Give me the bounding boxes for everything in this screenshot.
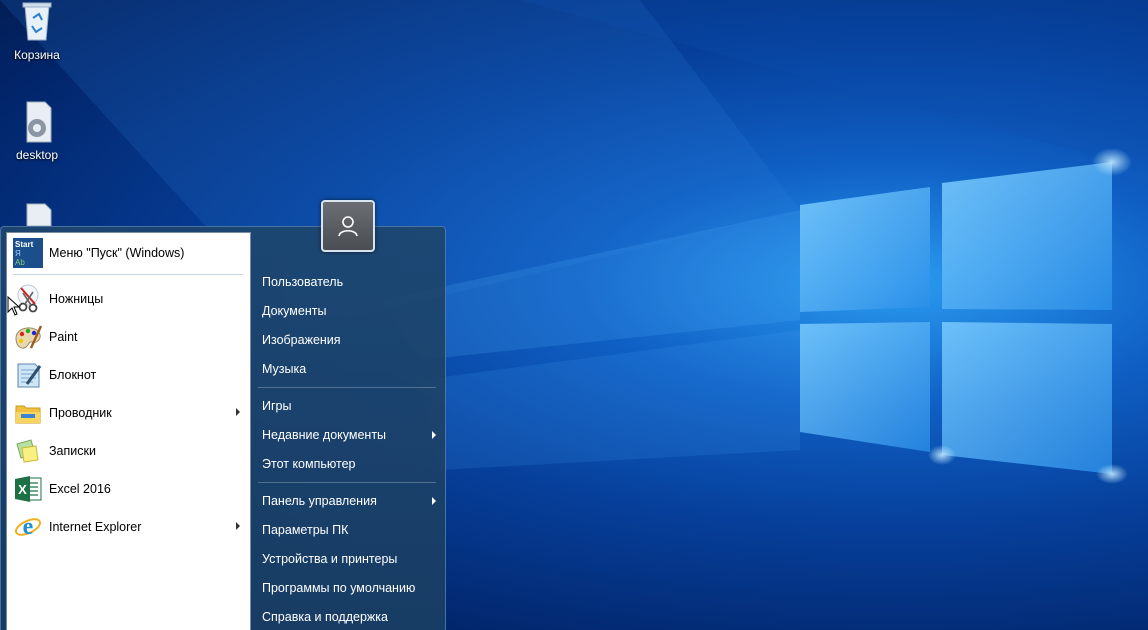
program-sticky-notes[interactable]: Записки <box>7 433 250 469</box>
desktop-icon-recycle-bin[interactable]: Корзина <box>0 0 74 62</box>
menu-item-user[interactable]: Пользователь <box>256 269 438 295</box>
desktop-icon-label: Корзина <box>14 48 60 62</box>
program-excel-2016[interactable]: X Excel 2016 <box>7 471 250 507</box>
start-menu: Start Я Ab Меню "Пуск" (Windows) Ножницы <box>0 200 446 630</box>
submenu-arrow-icon <box>236 408 240 416</box>
menu-item-music[interactable]: Музыка <box>256 356 438 382</box>
svg-text:e: e <box>23 514 34 540</box>
program-file-explorer[interactable]: Проводник <box>7 395 250 431</box>
program-label: Записки <box>49 444 96 458</box>
paint-icon <box>12 321 44 353</box>
logo-pane-4 <box>942 322 1112 474</box>
settings-file-icon <box>17 100 57 144</box>
logo-pane-1 <box>800 187 930 312</box>
menu-item-default-programs[interactable]: Программы по умолчанию <box>256 575 438 601</box>
svg-text:X: X <box>18 482 27 497</box>
program-label: Paint <box>49 330 78 344</box>
logo-pane-2 <box>942 162 1112 310</box>
menu-item-this-pc[interactable]: Этот компьютер <box>256 451 438 477</box>
recycle-bin-icon <box>17 0 57 44</box>
menu-item-pictures[interactable]: Изображения <box>256 327 438 353</box>
program-internet-explorer[interactable]: e Internet Explorer <box>7 509 250 545</box>
program-start-menu[interactable]: Start Я Ab Меню "Пуск" (Windows) <box>7 235 250 271</box>
user-picture[interactable] <box>321 200 375 252</box>
program-label: Internet Explorer <box>49 520 142 534</box>
menu-item-help-support[interactable]: Справка и поддержка <box>256 604 438 630</box>
menu-item-recent-documents[interactable]: Недавние документы <box>256 422 438 448</box>
separator <box>258 387 436 388</box>
program-label: Проводник <box>49 406 112 420</box>
internet-explorer-icon: e <box>12 511 44 543</box>
menu-item-games[interactable]: Игры <box>256 393 438 419</box>
separator <box>258 482 436 483</box>
desktop-icon-desktop[interactable]: desktop <box>0 100 74 162</box>
program-label: Excel 2016 <box>49 482 111 496</box>
menu-item-control-panel[interactable]: Панель управления <box>256 488 438 514</box>
program-snipping-tool[interactable]: Ножницы <box>7 281 250 317</box>
submenu-arrow-icon <box>432 497 436 505</box>
menu-item-devices-printers[interactable]: Устройства и принтеры <box>256 546 438 572</box>
excel-icon: X <box>12 473 44 505</box>
notepad-icon <box>12 359 44 391</box>
submenu-arrow-icon <box>236 522 240 530</box>
menu-item-documents[interactable]: Документы <box>256 298 438 324</box>
separator <box>13 274 243 275</box>
desktop-icon-label: desktop <box>15 148 59 162</box>
program-label: Ножницы <box>49 292 104 306</box>
mouse-cursor-icon <box>7 296 21 316</box>
user-icon <box>338 216 358 237</box>
program-paint[interactable]: Paint <box>7 319 250 355</box>
folder-icon <box>12 397 44 429</box>
start-menu-icon: Start Я Ab <box>12 237 44 269</box>
start-menu-programs-pane: Start Я Ab Меню "Пуск" (Windows) Ножницы <box>6 232 251 630</box>
program-label: Меню "Пуск" (Windows) <box>49 246 185 260</box>
menu-item-pc-settings[interactable]: Параметры ПК <box>256 517 438 543</box>
program-notepad[interactable]: Блокнот <box>7 357 250 393</box>
sticky-notes-icon <box>12 435 44 467</box>
submenu-arrow-icon <box>432 431 436 439</box>
program-label: Блокнот <box>49 368 97 382</box>
logo-pane-3 <box>800 322 930 452</box>
